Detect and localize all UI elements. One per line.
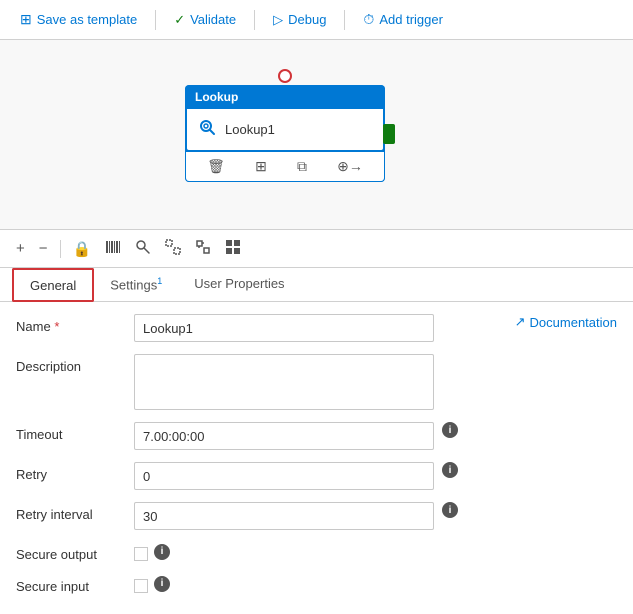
node-header: Lookup — [185, 85, 385, 109]
retry-interval-info-icon[interactable]: i — [442, 502, 458, 518]
mini-divider-1 — [60, 240, 61, 258]
secure-output-info-icon[interactable]: i — [154, 544, 170, 560]
debug-label: Debug — [288, 12, 326, 27]
toolbar-divider-2 — [254, 10, 255, 30]
secure-output-checkbox[interactable] — [134, 547, 148, 561]
lookup-icon — [197, 117, 217, 142]
barcode-button[interactable] — [101, 237, 125, 261]
node-title: Lookup1 — [225, 122, 275, 137]
node-copy-button[interactable]: ⧉ — [293, 156, 311, 177]
tab-general[interactable]: General — [12, 268, 94, 302]
secure-input-label: Secure input — [16, 574, 126, 594]
external-link-icon: ↗ — [515, 314, 526, 330]
zoom-out-button[interactable]: − — [35, 238, 52, 259]
node-delete-button[interactable]: 🗑 — [203, 156, 229, 177]
retry-row: Retry i — [16, 462, 617, 490]
node-action-toolbar: 🗑 ⊞ ⧉ ⊕→ — [185, 152, 385, 182]
node-connector-right[interactable] — [383, 124, 395, 144]
debug-button[interactable]: ▷ Debug — [263, 8, 336, 32]
lock-button[interactable]: 🔒 — [69, 238, 96, 260]
canvas-area[interactable]: Lookup Lookup1 🗑 ⊞ ⧉ ⊕→ — [0, 40, 633, 230]
tab-settings[interactable]: Settings1 — [94, 268, 178, 302]
tab-user-properties[interactable]: User Properties — [178, 268, 300, 302]
add-trigger-button[interactable]: ⏱ Add trigger — [353, 7, 453, 32]
documentation-link[interactable]: Documentation — [530, 315, 617, 330]
secure-output-row: Secure output i — [16, 542, 617, 562]
lookup-node[interactable]: Lookup Lookup1 🗑 ⊞ ⧉ ⊕→ — [185, 85, 385, 182]
documentation-label: Documentation — [530, 315, 617, 330]
zoom-in-button[interactable]: + — [12, 238, 29, 259]
tab-settings-badge: 1 — [157, 276, 162, 286]
retry-info-icon[interactable]: i — [442, 462, 458, 478]
toolbar-divider-3 — [344, 10, 345, 30]
magnify-button[interactable] — [131, 237, 155, 261]
tabs-bar: General Settings1 User Properties — [0, 268, 633, 302]
retry-interval-input[interactable] — [134, 502, 434, 530]
main-toolbar: ⊞ Save as template ✓ Validate ▷ Debug ⏱ … — [0, 0, 633, 40]
select-button[interactable] — [161, 237, 185, 261]
secure-input-info-icon[interactable]: i — [154, 576, 170, 592]
secure-input-checkbox[interactable] — [134, 579, 148, 593]
retry-interval-label: Retry interval — [16, 502, 126, 522]
toolbar-divider-1 — [155, 10, 156, 30]
add-trigger-label: Add trigger — [379, 12, 443, 27]
timeout-info-icon[interactable]: i — [442, 422, 458, 438]
node-connector-top[interactable] — [278, 69, 292, 83]
save-template-label: Save as template — [37, 12, 137, 27]
debug-icon: ▷ — [273, 12, 283, 28]
tab-general-label: General — [30, 278, 76, 293]
timeout-row: Timeout i — [16, 422, 617, 450]
node-navigate-button[interactable]: ⊕→ — [333, 156, 367, 177]
timeout-input[interactable] — [134, 422, 434, 450]
retry-interval-row: Retry interval i — [16, 502, 617, 530]
secure-output-controls: i — [134, 542, 170, 561]
secure-input-controls: i — [134, 574, 170, 593]
mini-toolbar: + − 🔒 — [0, 230, 633, 268]
validate-label: Validate — [190, 12, 236, 27]
retry-label: Retry — [16, 462, 126, 482]
tab-settings-label: Settings — [110, 277, 157, 292]
save-template-icon: ⊞ — [20, 11, 32, 28]
documentation-area: ↗ Documentation — [515, 314, 617, 330]
retry-input[interactable] — [134, 462, 434, 490]
timeout-label: Timeout — [16, 422, 126, 442]
tab-user-properties-label: User Properties — [194, 276, 284, 291]
add-trigger-icon: ⏱ — [363, 11, 374, 28]
secure-input-row: Secure input i — [16, 574, 617, 594]
form-area: Name * ↗ Documentation Description Timeo… — [0, 302, 633, 614]
description-label: Description — [16, 354, 126, 374]
name-label: Name * — [16, 314, 126, 334]
validate-icon: ✓ — [174, 12, 185, 28]
description-row: Description — [16, 354, 617, 410]
canvas-inner: Lookup Lookup1 🗑 ⊞ ⧉ ⊕→ — [0, 40, 633, 229]
properties-panel: General Settings1 User Properties Name *… — [0, 268, 633, 614]
node-settings-button[interactable]: ⊞ — [251, 156, 271, 177]
node-body: Lookup1 — [185, 109, 385, 152]
name-input[interactable] — [134, 314, 434, 342]
secure-output-label: Secure output — [16, 542, 126, 562]
fit-button[interactable] — [191, 237, 215, 261]
name-required: * — [54, 319, 59, 334]
validate-button[interactable]: ✓ Validate — [164, 8, 246, 32]
grid-button[interactable] — [221, 237, 245, 261]
description-input[interactable] — [134, 354, 434, 410]
save-template-button[interactable]: ⊞ Save as template — [10, 7, 147, 32]
node-header-label: Lookup — [195, 90, 238, 104]
name-row: Name * ↗ Documentation — [16, 314, 617, 342]
